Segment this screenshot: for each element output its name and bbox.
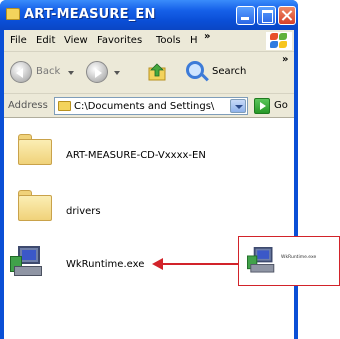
back-arrow-icon[interactable] <box>10 61 32 83</box>
menu-view[interactable]: View <box>64 35 88 46</box>
search-icon[interactable] <box>186 61 204 79</box>
menu-bar: File Edit View Favorites Tools H » <box>4 30 294 52</box>
menu-help[interactable]: H <box>190 35 198 46</box>
address-input[interactable]: C:\Documents and Settings\ <box>54 97 248 115</box>
file-name: drivers <box>66 206 101 217</box>
minimize-button[interactable] <box>236 6 255 25</box>
menu-edit[interactable]: Edit <box>36 35 55 46</box>
callout-box: WkRuntime.exe <box>238 236 340 286</box>
address-value: C:\Documents and Settings\ <box>74 101 215 112</box>
go-button-label[interactable]: Go <box>274 100 288 111</box>
callout-arrow <box>162 263 238 265</box>
callout-file-name: WkRuntime.exe <box>281 255 317 260</box>
forward-arrow-icon[interactable] <box>86 61 108 83</box>
search-button-label[interactable]: Search <box>212 66 246 77</box>
file-name: WkRuntime.exe <box>66 259 145 270</box>
title-bar[interactable]: ART-MEASURE_EN <box>0 0 298 30</box>
address-label: Address <box>8 100 48 111</box>
window-title: ART-MEASURE_EN <box>24 7 156 22</box>
menu-tools[interactable]: Tools <box>156 35 181 46</box>
folder-icon <box>6 8 20 20</box>
menu-overflow-chevron[interactable]: » <box>204 31 210 42</box>
folder-icon <box>18 190 52 221</box>
maximize-button[interactable] <box>257 6 276 25</box>
close-button[interactable] <box>278 6 296 25</box>
back-button-label[interactable]: Back <box>36 66 60 77</box>
go-arrow-icon[interactable] <box>254 98 270 114</box>
file-name: ART-MEASURE-CD-Vxxxx-EN <box>66 150 206 161</box>
application-icon <box>247 247 276 274</box>
folder-up-icon[interactable] <box>148 62 168 81</box>
address-bar: Address C:\Documents and Settings\ Go <box>4 94 294 118</box>
menu-file[interactable]: File <box>10 35 27 46</box>
file-list: ART-MEASURE-CD-Vxxxx-EN drivers WkRuntim… <box>4 118 294 339</box>
forward-dropdown-icon[interactable] <box>114 71 120 75</box>
menu-favorites[interactable]: Favorites <box>97 35 142 46</box>
back-dropdown-icon[interactable] <box>68 71 74 75</box>
folder-icon <box>58 101 71 111</box>
application-icon <box>10 246 44 278</box>
folder-icon <box>18 134 52 165</box>
windows-logo-icon <box>266 32 292 50</box>
standard-toolbar: Back Search » <box>4 52 294 94</box>
explorer-window: ART-MEASURE_EN File Edit View Favorites … <box>0 0 298 339</box>
address-dropdown-icon[interactable] <box>230 99 246 113</box>
toolbar-overflow-chevron[interactable]: » <box>282 54 288 65</box>
